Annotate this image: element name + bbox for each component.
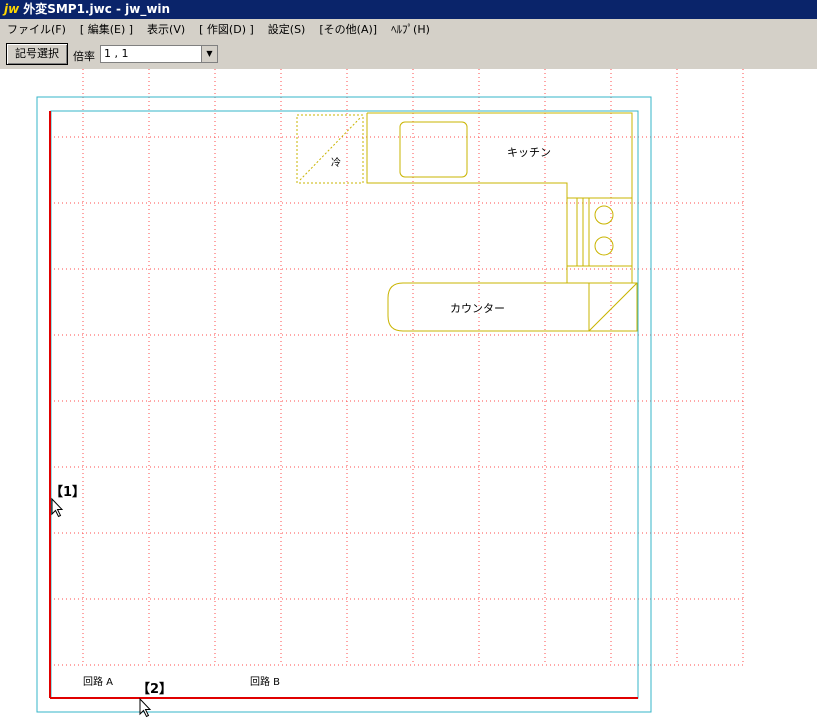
menu-view[interactable]: 表示(V) [140, 21, 192, 37]
circuit-a-label: 回路 A [83, 675, 113, 688]
grid [50, 69, 745, 666]
cursor-icon [51, 497, 64, 518]
burner-icon [594, 236, 614, 256]
window-title: 外変SMP1.jwc - jw_win [23, 2, 171, 16]
kitchen-fixtures [296, 112, 638, 332]
menu-file[interactable]: ファイル(F) [0, 21, 73, 37]
menu-settings[interactable]: 設定(S) [261, 21, 313, 37]
scale-value: 1 , 1 [104, 47, 129, 60]
marker-2-label: 【2】 [137, 681, 172, 697]
kitchen-label: キッチン [507, 146, 551, 159]
app-badge: jw [4, 2, 20, 16]
outer-boundary [36, 96, 652, 713]
menu-help[interactable]: ﾍﾙﾌﾟ(H) [384, 21, 437, 37]
circuit-b-label: 回路 B [250, 675, 280, 688]
symbol-select-button[interactable]: 記号選択 [6, 43, 68, 65]
menu-draw[interactable]: [ 作図(D) ] [192, 21, 261, 37]
menu-other[interactable]: [その他(A)] [312, 21, 384, 37]
title-bar: jw 外変SMP1.jwc - jw_win [0, 0, 817, 19]
scale-label: 倍率 [73, 50, 95, 63]
menu-bar: ファイル(F) [ 編集(E) ] 表示(V) [ 作図(D) ] 設定(S) … [0, 19, 817, 39]
toolbar: 記号選択 倍率 1 , 1 ▼ [0, 39, 817, 69]
cursor-icon [139, 697, 152, 718]
inner-boundary [50, 110, 639, 699]
sink [399, 121, 468, 178]
marker-1-label: 【1】 [50, 484, 85, 500]
scale-select[interactable]: 1 , 1 ▼ [100, 45, 218, 63]
burner-icon [594, 205, 614, 225]
drawing-canvas[interactable]: キッチン カウンター 冷 【1】 【2】 回路 A 回路 B [0, 69, 817, 721]
counter [387, 282, 638, 332]
chevron-down-icon[interactable]: ▼ [201, 46, 217, 62]
drawing-svg: キッチン カウンター 冷 【1】 【2】 回路 A 回路 B [36, 69, 745, 718]
counter-label: カウンター [450, 302, 505, 315]
menu-edit[interactable]: [ 編集(E) ] [73, 21, 140, 37]
fridge-label: 冷 [331, 156, 341, 169]
